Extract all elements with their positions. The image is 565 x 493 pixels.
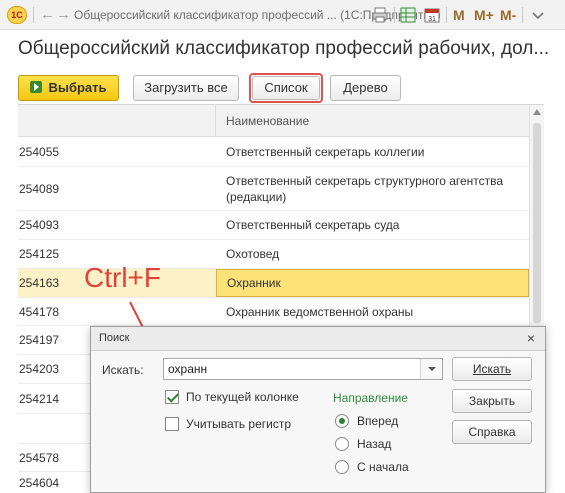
direction-backward-radio[interactable] [335,437,349,451]
forward-arrow-icon[interactable]: → [56,5,71,25]
cell-code: 254055 [19,144,60,159]
titlebar-separator [446,7,447,23]
spreadsheet-icon[interactable] [400,7,416,23]
direction-forward-option[interactable]: Вперед [335,413,398,429]
find-button-label: Искать [472,362,512,376]
close-icon[interactable]: × [525,331,537,345]
memory-m-button[interactable]: M [453,6,465,24]
close-button[interactable]: Закрыть [452,389,532,413]
table-row[interactable]: 254093 Ответственный секретарь суда [18,211,529,240]
titlebar-separator [394,7,395,23]
direction-from-start-label: С начала [357,460,409,474]
cell-code: 454178 [19,304,60,319]
chevron-down-icon[interactable] [530,7,546,23]
match-case-label: Учитывать регистр [186,417,292,431]
select-arrow-icon [30,81,43,93]
table-row[interactable]: 254089 Ответственный секретарь структурн… [18,167,529,211]
cell-name: Охранник ведомственной охраны [226,304,414,319]
titlebar-separator [522,7,523,23]
search-dialog: Поиск × Искать: Искать Закрыть Справка П… [90,326,546,493]
search-label: Искать: [102,363,144,377]
scroll-up-icon[interactable] [533,109,541,115]
calendar-icon[interactable]: 31 [424,7,440,23]
match-case-checkbox-row[interactable]: Учитывать регистр [165,416,291,432]
back-arrow-icon[interactable]: ← [40,5,55,25]
cell-name: Ответственный секретарь структурного аге… [226,173,504,204]
list-button[interactable]: Список [252,76,320,100]
direction-title: Направление [333,391,408,405]
page-title: Общероссийский классификатор профессий р… [18,38,550,59]
cell-code: 254093 [19,218,60,232]
1c-logo-icon: 1С [7,6,27,24]
direction-backward-label: Назад [357,437,392,451]
direction-forward-radio[interactable] [335,414,349,428]
table-row[interactable]: 254055 Ответственный секретарь коллегии [18,137,529,167]
column-header-name[interactable]: Наименование [216,105,529,137]
find-button[interactable]: Искать [452,357,532,381]
select-button-label: Выбрать [48,80,107,95]
chevron-down-icon[interactable] [420,359,442,379]
titlebar-separator [33,7,34,23]
select-button[interactable]: Выбрать [18,75,119,101]
search-field [163,358,443,380]
cell-name: Охранник [216,269,529,297]
current-column-checkbox[interactable] [165,390,179,404]
scroll-thumb[interactable] [533,123,541,323]
memory-m-plus-button[interactable]: M+ [474,6,494,24]
window-titlebar: 1С ← → Общероссийский классификатор проф… [0,0,565,30]
column-header-code[interactable] [18,105,216,137]
direction-from-start-option[interactable]: С начала [335,459,409,475]
current-column-checkbox-row[interactable]: По текущей колонке [165,389,299,405]
table-row[interactable]: 454178 Охранник ведомственной охраны [18,298,529,326]
match-case-checkbox[interactable] [165,417,179,431]
cell-name: Охотовед [226,247,280,261]
cell-name: Ответственный секретарь коллегии [226,144,425,159]
cell-code: 254089 [19,181,60,196]
print-icon[interactable] [372,7,388,23]
svg-text:31: 31 [428,16,436,23]
load-all-button[interactable]: Загрузить все [133,75,239,101]
direction-from-start-radio[interactable] [335,460,349,474]
current-column-label: По текущей колонке [186,390,299,404]
direction-backward-option[interactable]: Назад [335,436,391,452]
help-button[interactable]: Справка [452,420,532,444]
cell-name: Ответственный секретарь суда [226,218,400,232]
tree-button[interactable]: Дерево [330,75,401,101]
direction-forward-label: Вперед [357,414,399,428]
search-input[interactable] [164,359,420,379]
dialog-titlebar: Поиск × [91,327,545,351]
shortcut-annotation: Ctrl+F [84,262,161,293]
dialog-title: Поиск [99,332,130,344]
memory-m-minus-button[interactable]: M- [500,6,516,24]
